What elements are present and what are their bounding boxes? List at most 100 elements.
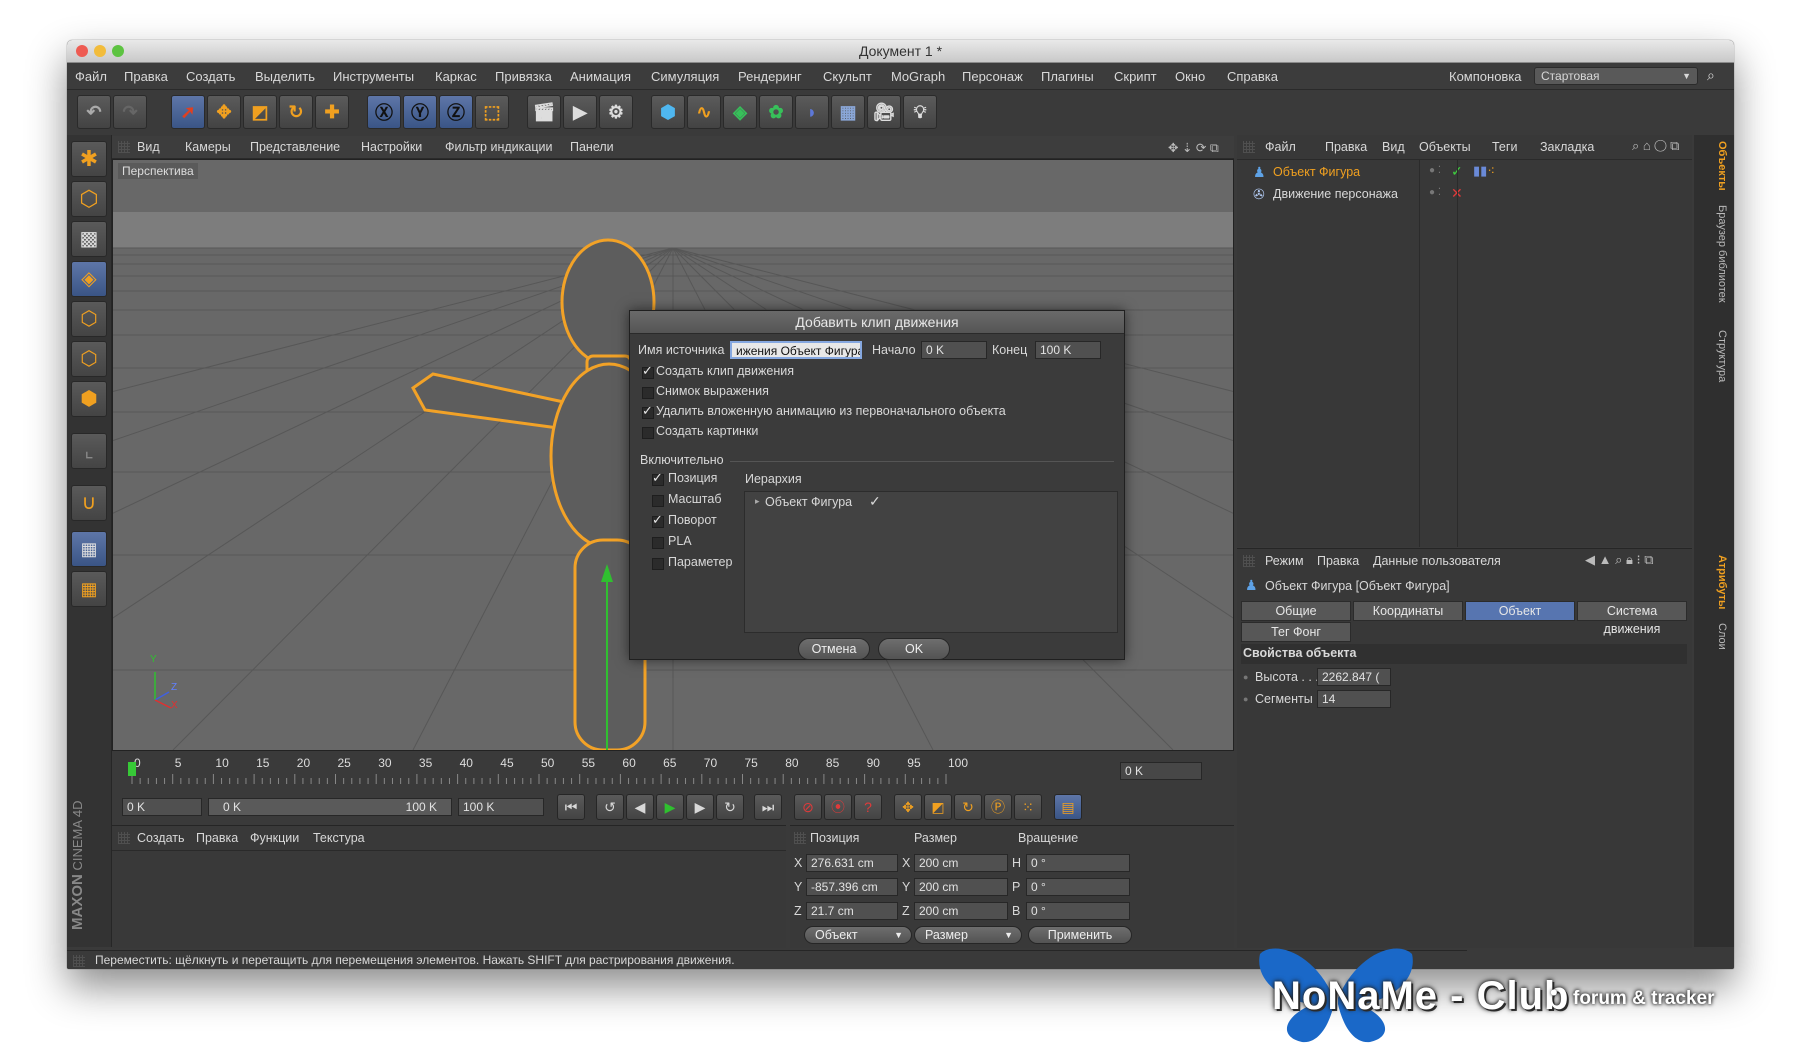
end-input[interactable]: 100 K [1035,341,1101,359]
remove-animation-checkbox[interactable] [642,403,654,419]
play-button[interactable]: ▶ [656,794,684,820]
menu-render[interactable]: Рендеринг [738,69,802,84]
move-tool-button[interactable]: ✥ [207,95,241,129]
am-menu-edit[interactable]: Правка [1317,554,1359,568]
zoom-window-button[interactable] [112,45,124,57]
autokey-button[interactable]: ⦿ [824,794,852,820]
tab-phong[interactable]: Тег Фонг [1241,622,1351,642]
material-panel-grip[interactable] [118,832,130,844]
height-field[interactable]: 2262.847 ( [1317,668,1391,686]
menu-create[interactable]: Создать [186,69,235,84]
goto-end-button[interactable]: ⏭ [754,794,782,820]
model-mode-button[interactable]: ⬡ [71,181,107,217]
start-frame-field[interactable]: 0 K [122,798,202,816]
mat-menu-create[interactable]: Создать [137,831,185,845]
z-axis-button[interactable]: Ⓩ [439,95,473,129]
pos-z-field[interactable]: 21.7 cm [806,902,898,920]
tree-expand-icon[interactable]: ▸ [755,496,760,507]
select-tool-button[interactable]: ➚ [171,95,205,129]
menu-mesh[interactable]: Каркас [435,69,477,84]
pos-y-field[interactable]: -857.396 cm [806,878,898,896]
edges-mode-button[interactable]: ⬡ [71,341,107,377]
menu-snap[interactable]: Привязка [495,69,552,84]
deformer-button[interactable]: ◗ [795,95,829,129]
coord-panel-grip[interactable] [794,832,806,844]
rot-b-field[interactable]: 0 ° [1026,902,1130,920]
cloner-button[interactable]: ✿ [759,95,793,129]
mat-menu-function[interactable]: Функции [250,831,299,845]
cancel-button[interactable]: Отмена [798,638,870,660]
menu-window[interactable]: Окно [1175,69,1205,84]
include-rotation-checkbox[interactable] [652,512,664,528]
om-toolbar-icons[interactable]: ⌕ ⌂ ◯ ⧉ [1632,138,1679,154]
snap-button[interactable]: ∪ [71,485,107,521]
record-parameter-button[interactable]: Ⓟ [984,794,1012,820]
make-editable-button[interactable]: ✱ [71,141,107,177]
side-tab-attributes[interactable]: Атрибуты [1698,555,1728,617]
coord-mode-select[interactable]: Объект ▼ [804,926,912,944]
hierarchy-list[interactable]: ▸ Объект Фигура ✓ [744,491,1118,633]
create-clip-checkbox[interactable] [642,363,654,379]
vp-menu-cameras[interactable]: Камеры [185,140,231,154]
render-settings-button[interactable]: ⚙ [599,95,633,129]
redo-button[interactable]: ↷ [113,95,147,129]
layout-select[interactable]: Стартовая ▼ [1534,67,1698,85]
tab-object[interactable]: Объект [1465,601,1575,621]
end-frame-field[interactable]: 100 K [458,798,544,816]
am-menu-userdata[interactable]: Данные пользователя [1373,554,1501,568]
vp-menu-options[interactable]: Настройки [361,140,422,154]
rotate-tool-button[interactable]: ↻ [279,95,313,129]
record-scale-button[interactable]: ◩ [924,794,952,820]
points-mode-button[interactable]: ⬡ [71,301,107,337]
menu-select[interactable]: Выделить [255,69,315,84]
attribute-panel-grip[interactable] [1243,555,1255,567]
axis-mode-button[interactable]: ⌞ [71,433,107,469]
hierarchy-item-check[interactable]: ✓ [869,493,881,510]
menu-file[interactable]: Файл [75,69,107,84]
am-menu-mode[interactable]: Режим [1265,554,1304,568]
start-input[interactable]: 0 K [921,341,987,359]
current-frame-field[interactable]: 0 K [1120,762,1202,780]
close-window-button[interactable] [76,45,88,57]
vp-menu-view[interactable]: Вид [137,140,160,154]
vp-menu-display[interactable]: Представление [250,140,340,154]
include-scale-checkbox[interactable] [652,495,664,507]
mat-menu-texture[interactable]: Текстура [313,831,365,845]
goto-start-button[interactable]: ⏮ [557,794,585,820]
menu-tools[interactable]: Инструменты [333,69,414,84]
next-frame-button[interactable]: ▶ [686,794,714,820]
om-menu-edit[interactable]: Правка [1325,140,1367,154]
segments-field[interactable]: 14 [1317,690,1391,708]
menu-mograph[interactable]: MoGraph [891,69,945,84]
scale-tool-button[interactable]: ◩ [243,95,277,129]
live-select-button[interactable]: ✚ [315,95,349,129]
size-mode-select[interactable]: Размер ▼ [914,926,1022,944]
lock-workplane-button[interactable]: ▦ [71,531,107,567]
rot-h-field[interactable]: 0 ° [1026,854,1130,872]
y-axis-button[interactable]: Ⓨ [403,95,437,129]
timeline-window-button[interactable]: ▤ [1054,794,1082,820]
render-picture-viewer-button[interactable]: ▶ [563,95,597,129]
menu-script[interactable]: Скрипт [1114,69,1157,84]
create-images-checkbox[interactable] [642,427,654,439]
menu-animation[interactable]: Анимация [570,69,631,84]
record-active-objects-button[interactable]: ⊘ [794,794,822,820]
playhead-marker[interactable] [128,762,136,776]
timeline-ruler[interactable]: 0 5 10 15 20 25 30 35 40 45 50 55 60 65 70 75 80 85 90 95 10… [112,752,1234,790]
om-menu-objects[interactable]: Объекты [1419,140,1471,154]
undo-button[interactable]: ↶ [77,95,111,129]
radio-dot-icon[interactable]: ● [1243,694,1248,704]
planar-workplane-button[interactable]: ▦ [71,571,107,607]
size-z-field[interactable]: 200 cm [914,902,1008,920]
vp-menu-filter[interactable]: Фильтр индикации [445,140,552,154]
tab-basic[interactable]: Общие [1241,601,1351,621]
menu-edit[interactable]: Правка [124,69,168,84]
side-tab-objects[interactable]: Объекты [1698,141,1728,201]
workplane-mode-button[interactable]: ◈ [71,261,107,297]
side-tab-structure[interactable]: Структура [1698,330,1728,400]
search-icon[interactable]: ⌕ [1707,67,1715,84]
cube-object-button[interactable]: ⬢ [651,95,685,129]
coordinate-system-button[interactable]: ⬚ [475,95,509,129]
subdivision-surface-button[interactable]: ◈ [723,95,757,129]
preview-range-slider[interactable]: 0 K 100 K [208,798,452,816]
